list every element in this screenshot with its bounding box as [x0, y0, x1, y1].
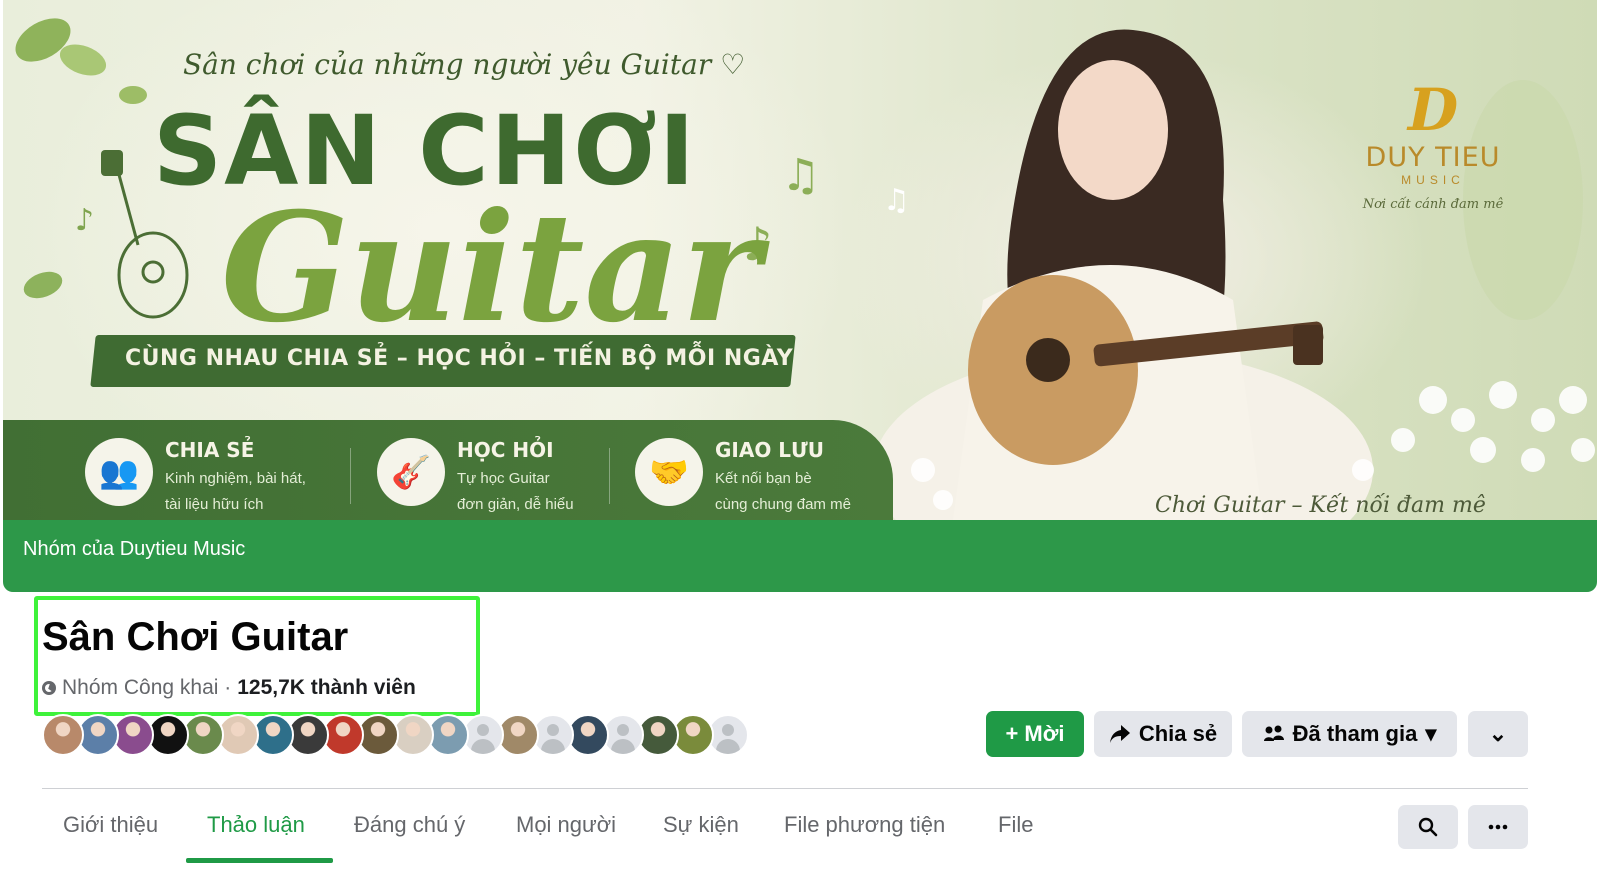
cover-motto: CÙNG NHAU CHIA SẺ – HỌC HỎI – TIẾN BỘ MỖ…: [125, 346, 794, 371]
chevron-down-icon: ⌄: [1488, 721, 1508, 746]
cover-artwork: ♫ ♪ ♪ ♫ Sân chơi của những người yêu Gui…: [3, 0, 1597, 530]
brand-slogan: Nơi cất cánh đam mê: [1362, 197, 1504, 212]
brand-logo-block: D DUY TIEU MUSIC Nơi cất cánh đam mê: [1358, 80, 1508, 212]
share-arrow-icon: [1109, 725, 1130, 743]
guitar-icon: 🎸: [377, 438, 445, 506]
feature-title: GIAO LƯU: [715, 438, 824, 462]
brand-logo-mark: D: [1407, 76, 1459, 144]
invite-label: + Mời: [1005, 721, 1065, 746]
feature-line-2: đơn giản, dễ hiểu: [457, 496, 574, 513]
invite-button[interactable]: + Mời: [986, 711, 1084, 757]
feature-description: Tự học Guitar đơn giản, dễ hiểu: [457, 466, 574, 518]
expand-button[interactable]: ⌄: [1468, 711, 1528, 757]
group-members-icon: [1263, 725, 1284, 741]
more-dots-icon: [1488, 824, 1508, 830]
member-avatar[interactable]: [42, 714, 84, 756]
group-meta: Nhóm Công khai · 125,7K thành viên: [42, 676, 416, 700]
brand-subtitle: MUSIC: [1401, 173, 1465, 187]
brand-name: DUY TIEU: [1365, 142, 1501, 173]
joined-label: Đã tham gia: [1292, 721, 1418, 746]
tab-featured[interactable]: Đáng chú ý: [354, 812, 465, 838]
cover-bottom-script: Chơi Guitar – Kết nối đam mê: [1155, 493, 1486, 518]
cover-script-title: Guitar: [221, 180, 761, 356]
feature-separator: [609, 448, 610, 504]
tab-people[interactable]: Mọi người: [516, 812, 616, 838]
feature-line-1: Kết nối bạn bè: [715, 470, 812, 487]
group-member-count[interactable]: 125,7K thành viên: [237, 676, 416, 700]
feature-description: Kinh nghiệm, bài hát, tài liệu hữu ích: [165, 466, 306, 518]
cover-photo[interactable]: ♫ ♪ ♪ ♫ Sân chơi của những người yêu Gui…: [3, 0, 1597, 592]
group-privacy[interactable]: Nhóm Công khai ·: [62, 676, 231, 700]
group-owner-strip[interactable]: Nhóm của Duytieu Music: [3, 520, 1597, 592]
caret-down-icon: ▾: [1425, 721, 1437, 746]
header-divider: [42, 788, 1528, 789]
feature-title: HỌC HỎI: [457, 438, 554, 462]
people-icon: 👥: [85, 438, 153, 506]
tab-discussion[interactable]: Thảo luận: [207, 812, 305, 838]
feature-separator: [350, 448, 351, 504]
search-button[interactable]: [1398, 805, 1458, 849]
group-owner-link[interactable]: Nhóm của Duytieu Music: [23, 538, 245, 561]
search-icon: [1418, 817, 1438, 837]
feature-description: Kết nối bạn bè cùng chung đam mê: [715, 466, 851, 518]
feature-title: CHIA SẺ: [165, 438, 255, 462]
tab-events[interactable]: Sự kiện: [663, 812, 739, 838]
feature-line-2: tài liệu hữu ích: [165, 496, 264, 513]
svg-text:♫: ♫: [883, 183, 910, 218]
cover-tagline: Sân chơi của những người yêu Guitar ♡: [183, 48, 746, 81]
more-options-button[interactable]: [1468, 805, 1528, 849]
svg-text:♪: ♪: [75, 203, 94, 238]
handshake-icon: 🤝: [635, 438, 703, 506]
tab-files[interactable]: File: [998, 812, 1033, 838]
tab-media[interactable]: File phương tiện: [784, 812, 945, 838]
share-button[interactable]: Chia sẻ: [1094, 711, 1232, 757]
share-label: Chia sẻ: [1138, 721, 1218, 746]
feature-line-1: Tự học Guitar: [457, 470, 550, 487]
joined-button[interactable]: Đã tham gia ▾: [1242, 711, 1457, 757]
group-name[interactable]: Sân Chơi Guitar: [42, 615, 348, 660]
svg-text:♫: ♫: [781, 150, 820, 201]
feature-line-1: Kinh nghiệm, bài hát,: [165, 470, 306, 487]
active-tab-indicator: [186, 858, 333, 863]
tab-about[interactable]: Giới thiệu: [63, 812, 158, 838]
globe-icon: [42, 681, 56, 695]
feature-line-2: cùng chung đam mê: [715, 496, 851, 513]
